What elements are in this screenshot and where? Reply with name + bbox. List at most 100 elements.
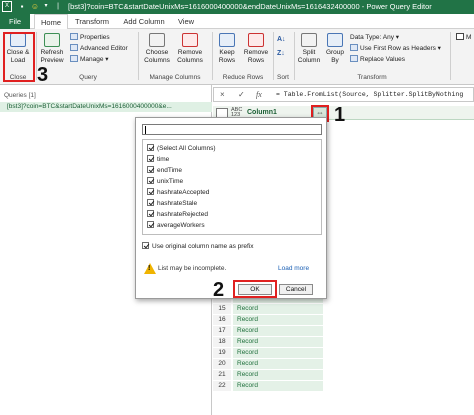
- group-label-transform: Transform: [357, 74, 387, 81]
- annotation-box-3: [3, 32, 35, 82]
- column-checkbox[interactable]: hashrateRejected: [147, 210, 208, 220]
- row-number: 22: [213, 381, 231, 391]
- tab-add-column[interactable]: Add Column: [118, 14, 170, 29]
- group-divider: [273, 32, 274, 80]
- keep-rows-icon: [219, 33, 235, 47]
- checkbox-box[interactable]: [147, 166, 154, 173]
- queries-header: Queries [1]: [4, 92, 36, 99]
- formula-text[interactable]: = Table.FromList(Source, Splitter.SplitB…: [276, 91, 463, 98]
- data-type-button[interactable]: Data Type: Any ▾: [350, 33, 399, 42]
- checkbox-box[interactable]: [147, 188, 154, 195]
- record-cell[interactable]: Record: [233, 381, 323, 391]
- smiley-icon[interactable]: ☺: [30, 1, 40, 12]
- table-row[interactable]: 20 Record: [213, 359, 323, 369]
- record-cell[interactable]: Record: [233, 315, 323, 325]
- prefix-checkbox-box[interactable]: [142, 242, 149, 249]
- table-row[interactable]: 15 Record: [213, 304, 323, 314]
- table-row[interactable]: 16 Record: [213, 315, 323, 325]
- keep-rows-button[interactable]: Keep Rows: [214, 33, 240, 64]
- select-all-checkbox[interactable]: (Select All Columns): [147, 144, 216, 154]
- confirm-icon[interactable]: ✓: [238, 90, 245, 99]
- table-row[interactable]: 19 Record: [213, 348, 323, 358]
- table-row[interactable]: 21 Record: [213, 370, 323, 380]
- checkbox-box[interactable]: [147, 199, 154, 206]
- record-cell[interactable]: Record: [233, 359, 323, 369]
- group-label-sort: Sort: [277, 74, 289, 81]
- group-by-button[interactable]: Group By: [323, 33, 347, 64]
- table-row[interactable]: 18 Record: [213, 337, 323, 347]
- load-more-link[interactable]: Load more: [278, 265, 309, 272]
- group-divider: [212, 32, 213, 80]
- column-checkbox[interactable]: averageWorkers: [147, 221, 205, 231]
- column-checkbox[interactable]: endTime: [147, 166, 182, 176]
- column-search-input[interactable]: [142, 124, 322, 135]
- table-row[interactable]: 22 Record: [213, 381, 323, 391]
- row-number: 19: [213, 348, 231, 358]
- column-checkbox[interactable]: time: [147, 155, 169, 165]
- tab-transform[interactable]: Transform: [72, 14, 112, 29]
- column-checkbox[interactable]: hashrateAccepted: [147, 188, 209, 198]
- record-cell[interactable]: Record: [233, 326, 323, 336]
- remove-rows-icon: [248, 33, 264, 47]
- tab-file[interactable]: File: [0, 14, 30, 29]
- split-column-button[interactable]: Split Column: [296, 33, 322, 64]
- sort-ascending-icon[interactable]: A↓: [277, 35, 286, 44]
- tab-view[interactable]: View: [174, 14, 198, 29]
- checkbox-box[interactable]: [147, 155, 154, 162]
- column-checklist: (Select All Columns) time endTime unixTime h…: [142, 139, 322, 235]
- tab-home[interactable]: Home: [34, 14, 68, 30]
- advanced-editor-button[interactable]: Advanced Editor: [70, 44, 128, 53]
- manage-button[interactable]: Manage ▾: [70, 55, 109, 64]
- cancel-icon[interactable]: ×: [220, 90, 225, 99]
- checkbox-box[interactable]: [147, 177, 154, 184]
- overflow-button[interactable]: M: [456, 33, 471, 42]
- ribbon-tabs: File Home Transform Add Column View: [0, 14, 474, 30]
- split-column-icon: [301, 33, 317, 47]
- refresh-icon: [44, 33, 60, 47]
- column-checkbox[interactable]: unixTime: [147, 177, 183, 187]
- choose-columns-label-2: Columns: [144, 56, 170, 64]
- annotation-number-2: 2: [213, 279, 225, 301]
- replace-values-button[interactable]: Replace Values: [350, 55, 405, 64]
- prefix-checkbox[interactable]: Use original column name as prefix: [142, 242, 254, 252]
- first-row-headers-button[interactable]: Use First Row as Headers ▾: [350, 44, 441, 53]
- table-row[interactable]: 17 Record: [213, 326, 323, 336]
- record-cell[interactable]: Record: [233, 370, 323, 380]
- first-row-headers-icon: [350, 44, 358, 51]
- checkbox-box[interactable]: [147, 210, 154, 217]
- choose-columns-icon: [149, 33, 165, 47]
- refresh-preview-button[interactable]: Refresh Preview: [38, 33, 66, 64]
- properties-button[interactable]: Properties: [70, 33, 110, 42]
- refresh-label-1: Refresh: [40, 49, 64, 56]
- remove-columns-button[interactable]: Remove Columns: [174, 33, 206, 64]
- excel-logo-icon: X: [2, 1, 12, 12]
- checkbox-box[interactable]: [147, 221, 154, 228]
- checkbox-label: time: [157, 156, 170, 163]
- replace-values-icon: [350, 55, 358, 62]
- record-cell[interactable]: Record: [233, 304, 323, 314]
- remove-rows-button[interactable]: Remove Rows: [242, 33, 270, 64]
- column-name[interactable]: Column1: [247, 109, 277, 116]
- query-item[interactable]: [bst3]?coin=BTC&startDateUnixMs=16160004…: [0, 102, 212, 112]
- properties-label: Properties: [80, 34, 110, 41]
- group-by-label-1: Group: [325, 49, 345, 56]
- column-checkbox[interactable]: hashrateStale: [147, 199, 197, 209]
- cancel-button[interactable]: Cancel: [279, 284, 313, 295]
- window-title: [bst3]?coin=BTC&startDateUnixMs=16160004…: [68, 2, 432, 11]
- remove-rows-label-1: Remove: [243, 49, 269, 56]
- checkbox-box[interactable]: [147, 144, 154, 151]
- group-label-manage-columns: Manage Columns: [149, 74, 201, 81]
- warning-text: List may be incomplete.: [158, 265, 227, 272]
- split-column-label-2: Column: [297, 56, 321, 64]
- sort-descending-icon[interactable]: Z↓: [277, 49, 285, 58]
- choose-columns-button[interactable]: Choose Columns: [142, 33, 172, 64]
- advanced-editor-label: Advanced Editor: [80, 45, 128, 52]
- record-cell[interactable]: Record: [233, 348, 323, 358]
- checkbox-label: endTime: [157, 167, 183, 174]
- fx-icon: fx: [256, 90, 262, 99]
- checkbox-label: averageWorkers: [157, 222, 205, 229]
- checkbox-label: hashrateRejected: [157, 211, 208, 218]
- save-icon[interactable]: ▪: [17, 1, 27, 12]
- dropdown-icon[interactable]: ▾: [41, 1, 51, 12]
- record-cell[interactable]: Record: [233, 337, 323, 347]
